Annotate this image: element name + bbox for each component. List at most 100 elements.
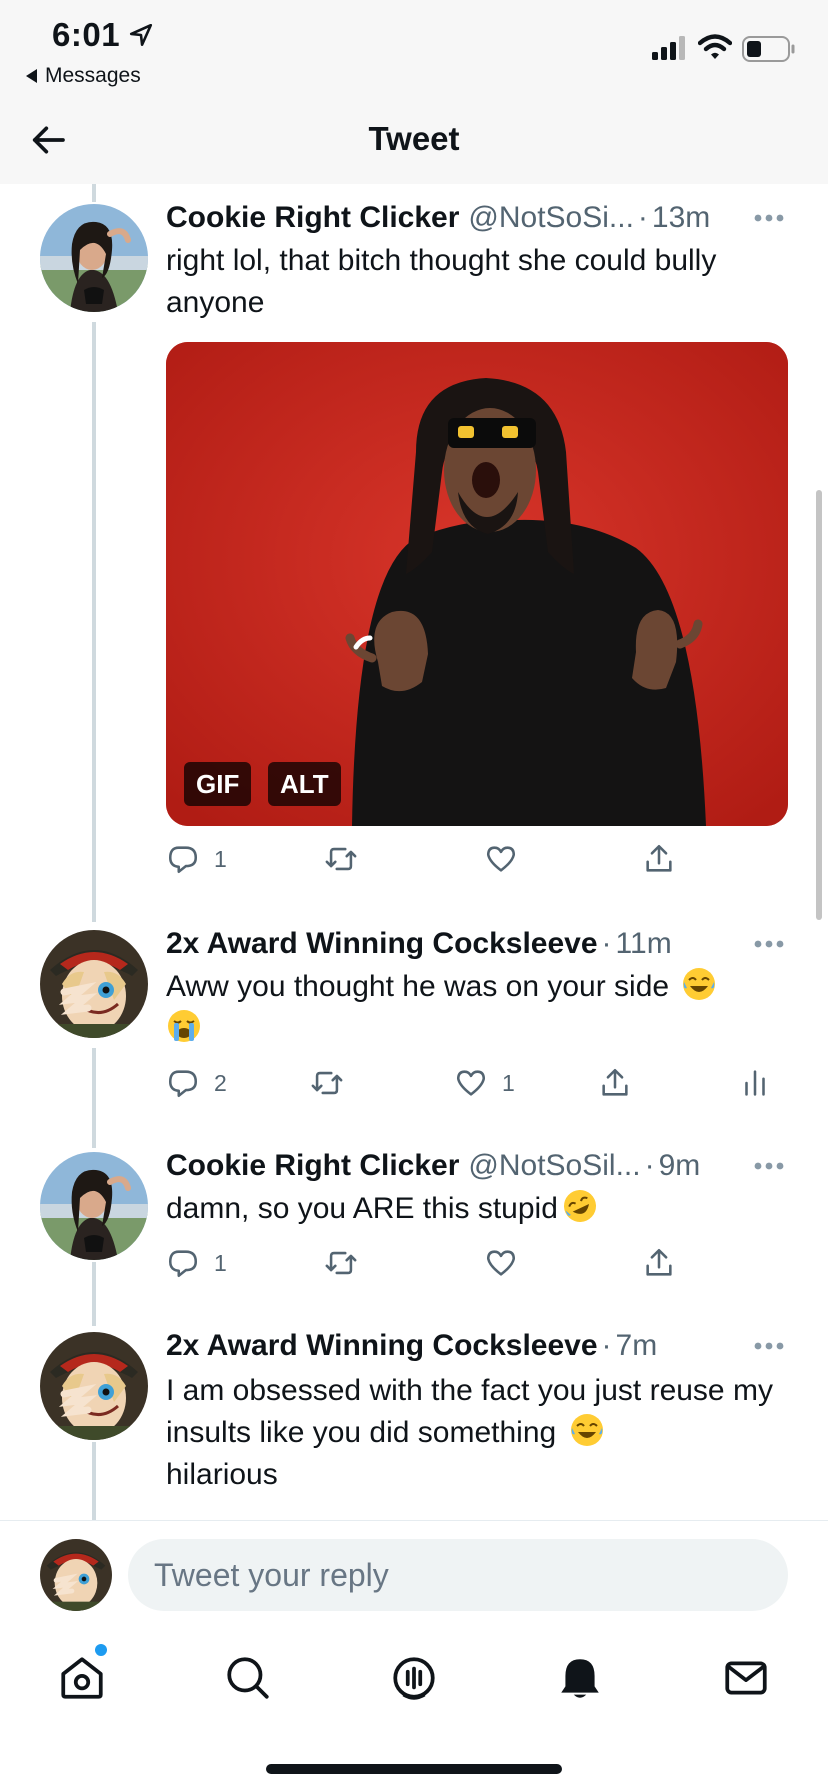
home-icon [61, 1657, 103, 1699]
alt-badge[interactable]: ALT [268, 762, 341, 806]
tweet-header: Cookie Right Clicker @NotSoSil... · 9m [166, 1146, 788, 1186]
tweet-header: 2x Award Winning Cocksleeve · 7m [166, 1326, 788, 1366]
back-to-messages[interactable]: Messages [26, 64, 141, 88]
rolling-laughing-emoji-icon [563, 1190, 596, 1222]
tweet-text-body: I am obsessed with the fact you just reu… [166, 1374, 773, 1449]
joy-emoji-icon [570, 1414, 603, 1446]
notifications-icon [561, 1659, 599, 1698]
reply-icon [168, 1070, 198, 1098]
tab-messages[interactable] [716, 1648, 776, 1708]
tweet-author-name[interactable]: Cookie Right Clicker [166, 1149, 459, 1183]
tweet-text: I am obsessed with the fact you just reu… [166, 1370, 796, 1496]
tweet-time: 9m [658, 1149, 701, 1182]
spaces-icon [393, 1657, 435, 1700]
thread-line [92, 184, 96, 202]
more-options-icon[interactable] [754, 1342, 784, 1350]
status-time: 6:01 [52, 16, 121, 53]
reply-count: 1 [214, 1249, 227, 1276]
sob-emoji-icon [168, 1010, 200, 1042]
retweet-button[interactable] [310, 1066, 344, 1100]
like-button[interactable]: 1 [454, 1066, 515, 1100]
location-arrow-icon [129, 23, 153, 47]
tweet-header: Cookie Right Clicker @NotSoSi... · 13m [166, 198, 788, 238]
avatar[interactable] [40, 204, 148, 312]
tweet-author-name[interactable]: 2x Award Winning Cocksleeve [166, 1329, 598, 1363]
heart-icon [486, 846, 516, 872]
tweet-author-handle[interactable]: @NotSoSi... [468, 201, 634, 235]
reply-bar [0, 1520, 828, 1626]
avatar[interactable] [40, 1152, 148, 1260]
reply-count: 2 [214, 1069, 227, 1096]
analytics-button[interactable] [738, 1066, 772, 1100]
tweet-time: 11m [615, 927, 672, 960]
share-button[interactable] [642, 842, 676, 876]
tweet-text: right lol, that bitch thought she could … [166, 244, 717, 319]
share-button[interactable] [642, 1246, 676, 1280]
share-icon [646, 844, 672, 872]
retweet-icon [325, 847, 357, 871]
wifi-icon [698, 34, 732, 59]
back-app-label: Messages [45, 64, 141, 87]
tab-notifications[interactable] [550, 1648, 610, 1708]
avatar[interactable] [40, 1332, 148, 1440]
battery-icon [742, 36, 795, 62]
share-icon [602, 1068, 628, 1096]
share-button[interactable] [598, 1066, 632, 1100]
retweet-button[interactable] [324, 1246, 358, 1280]
tweet-author-name[interactable]: Cookie Right Clicker [166, 201, 459, 235]
tab-home[interactable] [52, 1648, 112, 1708]
tweet-actions: 1 [166, 1246, 686, 1286]
separator-dot: · [601, 1329, 612, 1362]
tab-spaces[interactable] [384, 1648, 444, 1708]
separator-dot: · [601, 927, 612, 960]
tweet-author-handle[interactable]: @NotSoSil... [468, 1149, 640, 1183]
reply-icon [168, 1250, 198, 1278]
like-count: 1 [502, 1069, 515, 1096]
retweet-button[interactable] [324, 842, 358, 876]
more-options-icon[interactable] [754, 940, 784, 948]
scrollbar[interactable] [816, 490, 822, 920]
separator-dot: · [637, 201, 648, 234]
joy-emoji-icon [683, 968, 716, 1000]
tweet-text: damn, so you ARE this stupid [166, 1188, 796, 1230]
tweet-text-end: hilarious [166, 1458, 278, 1491]
thread-line [92, 322, 96, 922]
new-content-dot [95, 1644, 107, 1656]
heart-icon [486, 1250, 516, 1276]
nav-header: Tweet [0, 96, 828, 184]
tweet-actions: 1 [166, 842, 686, 882]
gif-image-man-in-sunglasses [166, 342, 788, 826]
avatar-anime-character [40, 1332, 148, 1440]
avatar-anime-character [40, 1539, 112, 1611]
reply-button[interactable]: 2 [166, 1066, 227, 1100]
avatar-anime-character [40, 930, 148, 1038]
thread-line [92, 1262, 96, 1326]
reply-count: 1 [214, 845, 227, 872]
reply-button[interactable]: 1 [166, 1246, 227, 1280]
like-button[interactable] [484, 842, 518, 876]
reply-icon [168, 846, 198, 874]
like-button[interactable] [484, 1246, 518, 1280]
cellular-signal-icon [652, 36, 685, 60]
tweet-header: 2x Award Winning Cocksleeve · 11m [166, 924, 788, 964]
retweet-icon [311, 1071, 343, 1095]
tweet-author-name[interactable]: 2x Award Winning Cocksleeve [166, 927, 598, 961]
search-icon [227, 1657, 269, 1699]
my-avatar [40, 1539, 112, 1611]
reply-button[interactable]: 1 [166, 842, 227, 876]
avatar-photo-woman [40, 204, 148, 312]
tweet-reply-input[interactable] [128, 1539, 788, 1611]
thread-line [92, 1442, 96, 1520]
tweet-actions: 2 1 [166, 1066, 766, 1106]
avatar[interactable] [40, 930, 148, 1038]
tweet-time: 13m [651, 201, 711, 234]
avatar-photo-woman [40, 1152, 148, 1260]
tweet-text-body: Aww you thought he was on your side [166, 970, 670, 1003]
tweet-text-body: damn, so you ARE this stupid [166, 1192, 558, 1225]
share-icon [646, 1248, 672, 1276]
tab-search[interactable] [218, 1648, 278, 1708]
separator-dot: · [644, 1149, 655, 1182]
more-options-icon[interactable] [754, 1162, 784, 1170]
more-options-icon[interactable] [754, 214, 784, 222]
tweet-gif-media[interactable]: GIF ALT [166, 342, 788, 826]
